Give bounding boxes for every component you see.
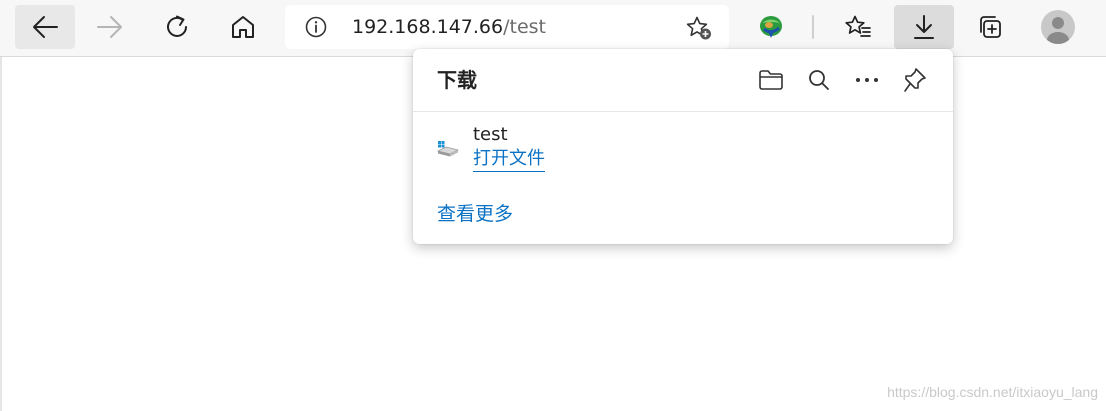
download-file-name: test: [473, 124, 508, 145]
see-more-link[interactable]: 查看更多: [437, 202, 513, 226]
url-path: /test: [503, 16, 546, 38]
downloads-button[interactable]: [894, 5, 954, 49]
favorites-list-icon: [845, 15, 871, 37]
panel-divider: [413, 111, 953, 112]
collections-button[interactable]: [960, 5, 1020, 49]
address-bar[interactable]: 192.168.147.66/test: [285, 5, 729, 49]
more-icon: [856, 78, 878, 82]
collections-icon: [980, 16, 1001, 38]
arrow-left-icon: [33, 16, 58, 38]
pin-icon: [904, 68, 926, 92]
profile-button[interactable]: [1028, 5, 1088, 49]
url-text[interactable]: 192.168.147.66/test: [352, 16, 546, 38]
home-button[interactable]: [213, 5, 273, 49]
url-host: 192.168.147.66: [352, 16, 504, 38]
search-icon: [809, 70, 829, 90]
idm-extension-button[interactable]: [741, 5, 801, 49]
info-icon[interactable]: [305, 16, 327, 38]
refresh-icon: [167, 15, 187, 37]
favorites-button[interactable]: [828, 5, 888, 49]
download-item[interactable]: test 打开文件: [413, 119, 953, 179]
home-icon: [232, 16, 254, 38]
arrow-right-icon: [97, 16, 122, 38]
downloads-panel-actions: [747, 63, 939, 97]
forward-button[interactable]: [80, 5, 140, 49]
open-folder-button[interactable]: [747, 63, 795, 97]
idm-extension-icon: [760, 16, 782, 38]
downloads-panel-title: 下载: [437, 68, 477, 92]
search-downloads-button[interactable]: [795, 63, 843, 97]
refresh-button[interactable]: [147, 5, 207, 49]
page-left-edge: [0, 57, 2, 411]
more-options-button[interactable]: [843, 63, 891, 97]
downloads-panel: 下载 test 打开文件 查看更多: [413, 49, 953, 244]
file-icon: [436, 141, 460, 157]
toolbar-divider: [812, 15, 814, 39]
download-icon: [914, 15, 934, 39]
watermark: https://blog.csdn.net/itxiaoyu_lang: [887, 384, 1098, 400]
open-file-link[interactable]: 打开文件: [473, 148, 545, 172]
avatar-icon: [1041, 10, 1075, 44]
folder-icon: [759, 70, 783, 90]
pin-panel-button[interactable]: [891, 63, 939, 97]
back-button[interactable]: [15, 5, 75, 49]
star-add-icon[interactable]: [685, 15, 713, 41]
